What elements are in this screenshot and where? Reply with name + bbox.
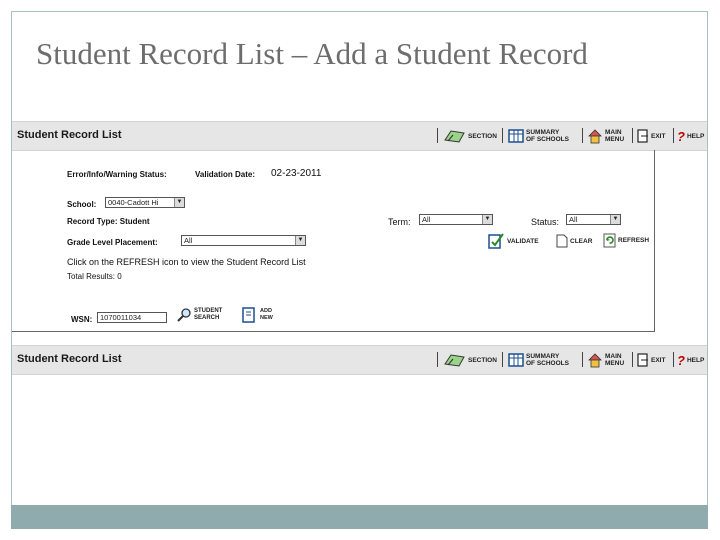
- wsn-input[interactable]: 1070011034: [97, 312, 167, 323]
- exit-door-icon: [637, 353, 648, 367]
- chevron-down-icon: ▼: [482, 215, 492, 224]
- grade-level-select[interactable]: All ▼: [181, 235, 306, 246]
- clear-page-icon: [556, 234, 568, 248]
- toolbar-separator: [673, 352, 674, 367]
- chevron-down-icon: ▼: [610, 215, 620, 224]
- toolbar-title: Student Record List: [17, 353, 122, 365]
- toolbar-title: Student Record List: [17, 129, 122, 141]
- validate-clipboard-icon: [488, 233, 504, 249]
- term-label: Term:: [388, 217, 411, 227]
- add-new-button[interactable]: ADD NEW: [242, 306, 273, 324]
- add-record-icon: [242, 307, 255, 323]
- toolbar-separator: [437, 128, 438, 143]
- main-menu-button[interactable]: MAIN MENU: [587, 350, 624, 370]
- question-mark-icon: ?: [677, 352, 685, 368]
- toolbar-separator: [632, 128, 633, 143]
- section-icon: [444, 354, 465, 367]
- main-menu-button[interactable]: MAIN MENU: [587, 126, 624, 146]
- question-mark-icon: ?: [677, 128, 685, 144]
- refresh-icon: [603, 233, 616, 248]
- help-button[interactable]: ? HELP: [677, 126, 704, 146]
- toolbar-separator: [502, 352, 503, 367]
- exit-door-icon: [637, 129, 648, 143]
- top-toolbar: Student Record List SECTION SUMMARY OF SC…: [12, 121, 707, 151]
- chevron-down-icon: ▼: [295, 236, 305, 245]
- home-icon: [588, 353, 602, 368]
- section-icon: [444, 130, 465, 143]
- toolbar-separator: [582, 128, 583, 143]
- validation-date-value: 02-23-2011: [271, 168, 322, 179]
- slide-title: Student Record List – Add a Student Reco…: [36, 36, 588, 71]
- refresh-button[interactable]: REFRESH: [603, 233, 649, 248]
- wsn-label: WSN:: [71, 315, 93, 324]
- toolbar-separator: [582, 352, 583, 367]
- school-select[interactable]: 0040-Cadott Hi ▼: [105, 197, 185, 208]
- toolbar-separator: [673, 128, 674, 143]
- section-button[interactable]: SECTION: [444, 126, 497, 146]
- student-search-button[interactable]: STUDENT SEARCH: [176, 307, 222, 323]
- grid-icon: [508, 353, 524, 367]
- toolbar-separator: [632, 352, 633, 367]
- grid-icon: [508, 129, 524, 143]
- record-type-label: Record Type: Student: [67, 217, 150, 226]
- status-field-label: Status:: [531, 217, 560, 227]
- exit-button[interactable]: EXIT: [637, 350, 665, 370]
- status-select[interactable]: All ▼: [566, 214, 621, 225]
- school-label: School:: [67, 200, 97, 209]
- magnifier-icon: [177, 308, 191, 322]
- refresh-hint: Click on the REFRESH icon to view the St…: [67, 257, 306, 267]
- exit-button[interactable]: EXIT: [637, 126, 665, 146]
- status-label: Error/Info/Warning Status:: [67, 170, 167, 179]
- clear-button[interactable]: CLEAR: [556, 234, 592, 248]
- home-icon: [588, 129, 602, 144]
- chevron-down-icon: ▼: [174, 198, 184, 207]
- slide-footer-band: [11, 505, 708, 529]
- summary-of-schools-button[interactable]: SUMMARY OF SCHOOLS: [508, 126, 569, 146]
- toolbar-separator: [437, 352, 438, 367]
- grade-level-label: Grade Level Placement:: [67, 238, 158, 247]
- help-button[interactable]: ? HELP: [677, 350, 704, 370]
- section-button[interactable]: SECTION: [444, 350, 497, 370]
- validation-date-label: Validation Date:: [195, 170, 256, 179]
- total-results: Total Results: 0: [67, 272, 122, 281]
- validate-button[interactable]: VALIDATE: [487, 232, 539, 250]
- toolbar-separator: [502, 128, 503, 143]
- summary-of-schools-button[interactable]: SUMMARY OF SCHOOLS: [508, 350, 569, 370]
- term-select[interactable]: All ▼: [419, 214, 493, 225]
- bottom-toolbar: Student Record List SECTION SUMMARY OF SC…: [12, 345, 707, 375]
